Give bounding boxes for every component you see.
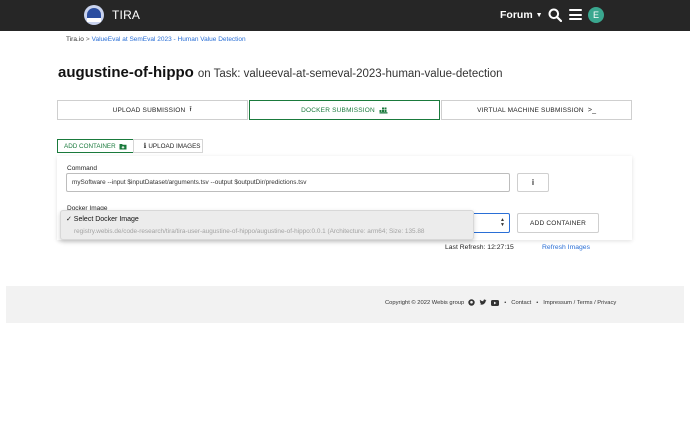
github-icon[interactable]: [468, 299, 475, 306]
forum-label: Forum: [500, 9, 533, 21]
breadcrumb: Tira.io > ValueEval at SemEval 2023 - Huma…: [66, 36, 246, 43]
terminal-icon: >_: [587, 106, 597, 114]
page-heading: augustine-of-hippo on Task: valueeval-at-…: [58, 64, 503, 82]
dropdown-option-image[interactable]: registry.webis.de/code-research/tira/tir…: [74, 228, 424, 235]
submission-tabs: UPLOAD SUBMISSION ⭱ DOCKER SUBMISSION VI…: [57, 100, 633, 120]
dropdown-option-select[interactable]: ✓ Select Docker Image: [66, 215, 139, 223]
top-navbar: TIRA Forum ▼ E: [0, 0, 690, 31]
breadcrumb-separator: >: [85, 36, 90, 43]
contact-link[interactable]: Contact: [511, 300, 531, 306]
subtab-add-container[interactable]: ADD CONTAINER: [57, 139, 134, 153]
page-title: augustine-of-hippo: [58, 64, 194, 81]
tira-logo-icon[interactable]: [84, 5, 104, 25]
last-refresh-text: Last Refresh: 12:27:15: [445, 244, 514, 251]
tab-upload-submission[interactable]: UPLOAD SUBMISSION ⭱: [57, 100, 248, 120]
tab-docker-submission[interactable]: DOCKER SUBMISSION: [248, 100, 441, 120]
footer-content: Copyright © 2022 Webis group • Contact •…: [385, 299, 616, 306]
docker-image-dropdown-list: ✓ Select Docker Image registry.webis.de/…: [60, 210, 474, 240]
command-info-button[interactable]: i: [517, 173, 549, 192]
twitter-icon[interactable]: [479, 299, 487, 306]
docker-icon: [379, 107, 388, 113]
caret-down-icon: ▼: [535, 12, 543, 19]
forum-dropdown[interactable]: Forum ▼: [500, 9, 543, 21]
tab-label: VIRTUAL MACHINE SUBMISSION: [477, 106, 584, 114]
command-input[interactable]: mySoftware --input $inputDataset/argumen…: [66, 173, 510, 192]
copyright-text: Copyright © 2022 Webis group: [385, 299, 465, 306]
subtab-upload-images-border: [133, 139, 203, 153]
breadcrumb-home[interactable]: Tira.io: [66, 36, 84, 43]
add-container-button[interactable]: ADD CONTAINER: [517, 213, 599, 233]
user-avatar[interactable]: E: [588, 7, 604, 23]
subtab-label: ADD CONTAINER: [64, 142, 116, 150]
upload-icon: ⭱: [189, 105, 193, 113]
footer-dot: •: [536, 299, 539, 306]
select-arrows-icon: ▲ ▼: [500, 217, 505, 228]
youtube-icon[interactable]: [491, 299, 500, 306]
tab-virtual-machine-submission[interactable]: VIRTUAL MACHINE SUBMISSION >_: [441, 100, 633, 120]
page-subtitle: on Task: valueeval-at-semeval-2023-human…: [197, 68, 503, 80]
tab-label: UPLOAD SUBMISSION: [112, 106, 186, 114]
brand-name[interactable]: TIRA: [112, 8, 140, 22]
search-icon[interactable]: [548, 8, 562, 22]
refresh-images-link[interactable]: Refresh Images: [542, 244, 590, 251]
hamburger-menu-icon[interactable]: [569, 9, 582, 20]
breadcrumb-current[interactable]: ValueEval at SemEval 2023 - Human Value …: [92, 36, 246, 43]
legal-links[interactable]: Impressum / Terms / Privacy: [543, 300, 616, 306]
tab-label: DOCKER SUBMISSION: [301, 106, 375, 114]
footer-dot: •: [504, 299, 507, 306]
folder-plus-icon: [119, 143, 127, 149]
command-label: Command: [67, 165, 97, 172]
docker-image-select[interactable]: ▲ ▼: [470, 213, 510, 233]
